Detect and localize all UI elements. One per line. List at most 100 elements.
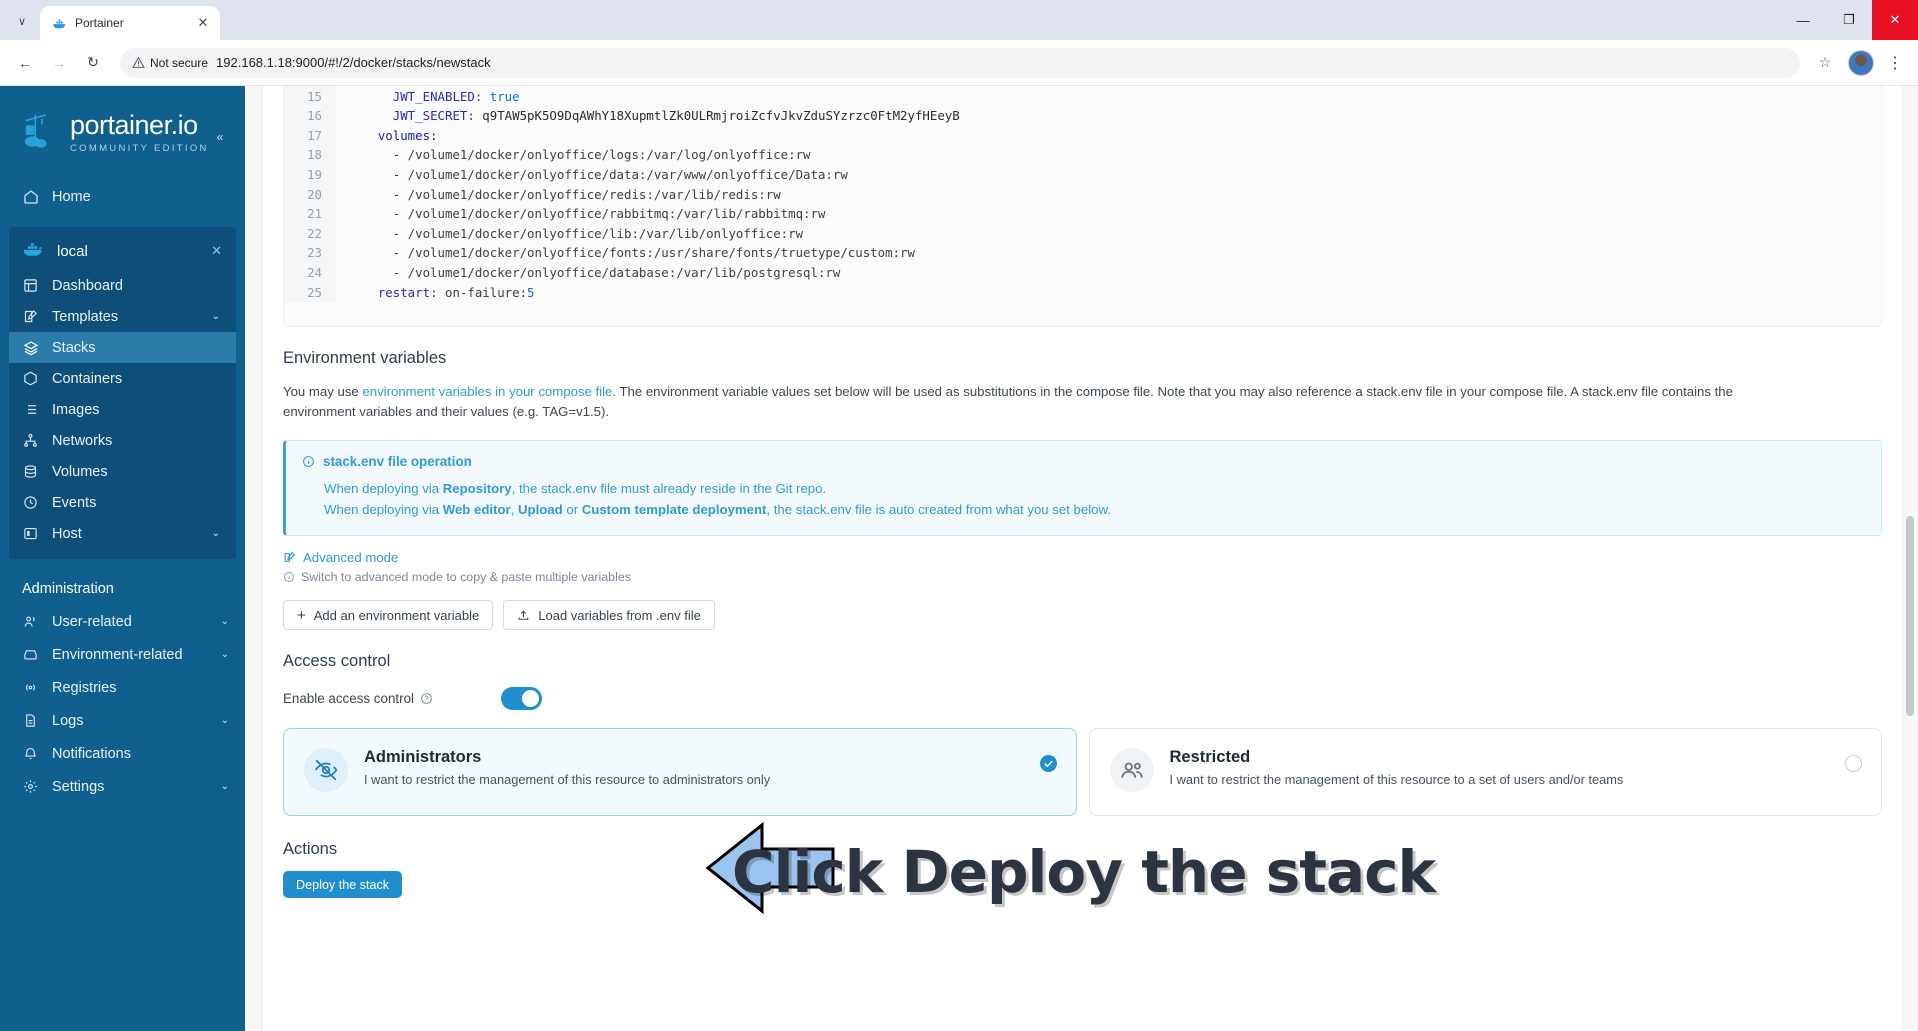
enable-access-control-toggle[interactable] xyxy=(501,687,542,711)
browser-tab[interactable]: Portainer ✕ xyxy=(40,6,220,40)
environment-nav-list: Dashboard Templates ⌄ Stacks Containers xyxy=(9,270,236,549)
networks-icon xyxy=(22,432,39,449)
sidebar-item-registries[interactable]: Registries xyxy=(0,671,245,704)
advanced-mode-hint: Switch to advanced mode to copy & paste … xyxy=(283,570,1882,584)
chevron-down-icon[interactable]: ⌄ xyxy=(221,616,229,627)
compose-file-link[interactable]: environment variables in your compose fi… xyxy=(362,384,612,399)
tab-search-chevron-icon[interactable]: ∨ xyxy=(8,7,36,35)
tab-close-icon[interactable]: ✕ xyxy=(194,14,212,32)
line-number: 23 xyxy=(284,243,336,263)
access-option-description: I want to restrict the management of thi… xyxy=(364,772,771,788)
line-number: 15 xyxy=(284,86,336,107)
sidebar-item-label: User-related xyxy=(52,613,132,630)
chevron-down-icon[interactable]: ⌄ xyxy=(221,649,229,660)
browser-window: ∨ Portainer ✕ — ❐ ✕ ← → ↻ Not secure 192… xyxy=(0,0,1918,1031)
sidebar-item-images[interactable]: Images xyxy=(9,394,236,425)
check-icon xyxy=(1043,760,1053,768)
environment-variables-title: Environment variables xyxy=(283,349,447,368)
compose-editor[interactable]: 14 environment: 15 JWT_ENABLED: true 16 … xyxy=(283,86,1882,328)
access-option-radio-selected[interactable] xyxy=(1039,755,1057,773)
sidebar-item-logs[interactable]: Logs ⌄ xyxy=(0,704,245,737)
sidebar-item-containers[interactable]: Containers xyxy=(9,363,236,394)
environment-header[interactable]: local ✕ xyxy=(9,232,236,270)
bell-icon xyxy=(22,745,39,762)
not-secure-badge[interactable]: Not secure xyxy=(132,56,208,70)
brand-name: portainer.io xyxy=(70,110,198,140)
brand-subtitle: COMMUNITY EDITION xyxy=(70,143,209,154)
line-number: 18 xyxy=(284,145,336,165)
add-environment-variable-button[interactable]: + Add an environment variable xyxy=(283,600,494,631)
sidebar-item-volumes[interactable]: Volumes xyxy=(9,456,236,487)
sidebar-item-stacks[interactable]: Stacks xyxy=(9,332,236,363)
code-line: 16 JWT_SECRET: q9TAW5pK5O9DqAWhY18Xupmtl… xyxy=(284,106,1881,126)
reload-button[interactable]: ↻ xyxy=(78,48,108,78)
infobox-line-1: When deploying via Repository, the stack… xyxy=(302,478,1865,499)
infobox-l1c: , the stack.env file must already reside… xyxy=(511,481,827,497)
enable-access-control-label: Enable access control xyxy=(283,691,415,707)
code-line: 18 - /volume1/docker/onlyoffice/logs:/va… xyxy=(284,145,1881,165)
infobox-l2f: Custom template deployment xyxy=(581,502,767,518)
events-icon xyxy=(22,494,39,511)
maximize-button[interactable]: ❐ xyxy=(1826,0,1872,40)
template-icon xyxy=(22,308,39,325)
sidebar-item-networks[interactable]: Networks xyxy=(9,425,236,456)
eye-off-icon xyxy=(304,748,348,793)
bookmark-star-icon[interactable]: ☆ xyxy=(1812,50,1838,76)
users-icon xyxy=(22,613,39,630)
sidebar-item-label: Images xyxy=(52,401,100,418)
line-number: 20 xyxy=(284,184,336,205)
code-line: 20 - /volume1/docker/onlyoffice/redis:/v… xyxy=(284,184,1881,205)
browser-menu-icon[interactable]: ⋮ xyxy=(1882,50,1908,76)
sidebar-item-home[interactable]: Home xyxy=(0,180,245,213)
sidebar-item-host[interactable]: Host ⌄ xyxy=(9,518,236,549)
line-number: 17 xyxy=(284,125,336,146)
warning-triangle-icon xyxy=(132,56,145,68)
access-control-title: Access control xyxy=(283,652,391,671)
back-button[interactable]: ← xyxy=(10,48,40,78)
sidebar-item-user-related[interactable]: User-related ⌄ xyxy=(0,605,245,638)
infobox-line-2: When deploying via Web editor, Upload or… xyxy=(302,499,1865,520)
window-close-button[interactable]: ✕ xyxy=(1872,0,1918,40)
advanced-mode-link[interactable]: Advanced mode xyxy=(283,550,1882,565)
scrollbar-thumb[interactable] xyxy=(1906,516,1914,716)
brand-logo-block[interactable]: portainer.io COMMUNITY EDITION « xyxy=(0,86,245,176)
sidebar-item-dashboard[interactable]: Dashboard xyxy=(9,270,236,301)
sidebar-item-label: Stacks xyxy=(52,339,96,356)
sidebar-item-label: Containers xyxy=(52,370,123,387)
infobox-l2c: , xyxy=(510,502,518,518)
sidebar-item-templates[interactable]: Templates ⌄ xyxy=(9,301,236,332)
page-scrollbar[interactable] xyxy=(1904,86,1916,1031)
infobox-l2g: , the stack.env file is auto created fro… xyxy=(766,502,1111,518)
chevron-down-icon[interactable]: ⌄ xyxy=(212,311,220,322)
chevron-down-icon[interactable]: ⌄ xyxy=(221,781,229,792)
portainer-logo-icon xyxy=(22,112,60,154)
sidebar-collapse-button[interactable]: « xyxy=(209,126,231,148)
url-text[interactable]: 192.168.1.18:9000/#!/2/docker/stacks/new… xyxy=(216,55,1788,70)
sidebar-item-settings[interactable]: Settings ⌄ xyxy=(0,770,245,803)
deploy-the-stack-button[interactable]: Deploy the stack xyxy=(283,871,403,899)
code-line: 22 - /volume1/docker/onlyoffice/lib:/var… xyxy=(284,223,1881,244)
container-icon xyxy=(22,370,39,387)
profile-avatar[interactable] xyxy=(1848,49,1874,76)
sidebar-item-events[interactable]: Events xyxy=(9,487,236,518)
infobox-title-row: stack.env file operation xyxy=(302,454,1865,469)
chevron-down-icon[interactable]: ⌄ xyxy=(221,715,229,726)
actions-title: Actions xyxy=(283,840,338,859)
infobox-l2e: or xyxy=(562,502,582,518)
forward-button[interactable]: → xyxy=(44,48,74,78)
code-line: 24 - /volume1/docker/onlyoffice/database… xyxy=(284,262,1881,283)
access-option-restricted[interactable]: Restricted I want to restrict the manage… xyxy=(1088,728,1882,817)
access-option-administrators[interactable]: Administrators I want to restrict the ma… xyxy=(283,728,1077,817)
advanced-mode-block: Advanced mode Switch to advanced mode to… xyxy=(263,536,1902,584)
chevron-down-icon[interactable]: ⌄ xyxy=(212,528,220,539)
sidebar-item-environment-related[interactable]: Environment-related ⌄ xyxy=(0,638,245,671)
minimize-button[interactable]: — xyxy=(1780,0,1826,40)
page-content: portainer.io COMMUNITY EDITION « Home lo… xyxy=(0,86,1918,1031)
access-option-radio-unselected[interactable] xyxy=(1845,755,1862,773)
environment-close-icon[interactable]: ✕ xyxy=(211,243,222,259)
sidebar-item-label: Settings xyxy=(52,778,105,795)
load-variables-from-env-button[interactable]: Load variables from .env file xyxy=(503,600,715,631)
tab-title: Portainer xyxy=(75,16,124,30)
address-bar[interactable]: Not secure 192.168.1.18:9000/#!/2/docker… xyxy=(120,47,1800,78)
sidebar-item-notifications[interactable]: Notifications xyxy=(0,737,245,770)
